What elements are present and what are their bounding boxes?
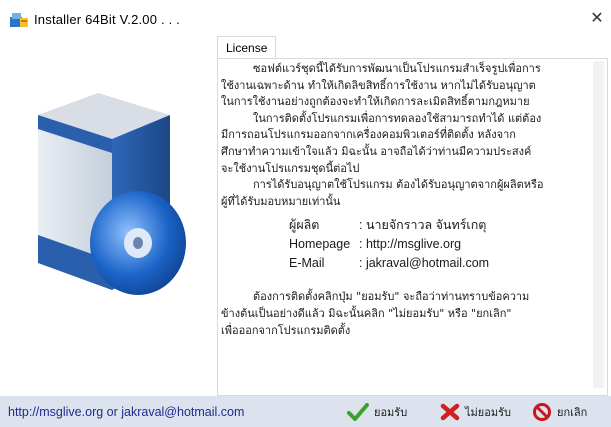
- producer-info: ผู้ผลิต : นายจักราวล จันทร์เกตุ Homepage…: [289, 216, 592, 273]
- email-row: E-Mail : jakraval@hotmail.com: [289, 254, 592, 273]
- license-line: ซอฟต์แวร์ชุดนี้ได้รับการพัฒนาเป็นโปรแกรม…: [253, 62, 541, 75]
- title-bar: Installer 64Bit V.2.00 . . . ✕: [0, 0, 611, 32]
- license-line: ผู้ที่ได้รับมอบหมายเท่านั้น: [221, 194, 341, 208]
- checkmark-icon: [347, 403, 369, 421]
- producer-row: ผู้ผลิต : นายจักราวล จันทร์เกตุ: [289, 216, 592, 235]
- accept-button[interactable]: ยอมรับ: [347, 402, 407, 422]
- license-line: ใช้งานเฉพาะด้าน ทำให้เกิดลิขสิทธิ์การใช้…: [221, 78, 536, 92]
- license-line: ในการติดตั้งโปรแกรมเพื่อการทดลองใช้สามาร…: [253, 111, 542, 125]
- license-line: ศึกษาทำความเข้าใจแล้ว มิฉะนั้น อาจถือได้…: [221, 144, 532, 158]
- decline-button[interactable]: ไม่ยอมรับ: [440, 402, 511, 422]
- producer-value: : นายจักราวล จันทร์เกตุ: [359, 218, 487, 233]
- prohibited-icon: [533, 403, 551, 421]
- license-scrollbar[interactable]: [593, 61, 604, 388]
- license-line: จะใช้งานโปรแกรมชุดนี้ต่อไป: [221, 161, 360, 175]
- license-line: ข้างต้นเป็นอย่างดีแล้ว มิฉะนั้นคลิก "ไม่…: [221, 306, 512, 320]
- close-button[interactable]: ✕: [583, 8, 611, 30]
- window-title: Installer 64Bit V.2.00 . . .: [34, 12, 181, 27]
- license-line: มีการถอนโปรแกรมออกจากเครื่องคอมพิวเตอร์ท…: [221, 128, 516, 142]
- homepage-value: : http://msglive.org: [359, 237, 462, 252]
- homepage-row: Homepage : http://msglive.org: [289, 235, 592, 254]
- installer-app-icon: [10, 13, 28, 27]
- license-line: ในการใช้งานอย่างถูกต้องจะทำให้เกิดการละเ…: [221, 95, 530, 109]
- license-line: ต้องการติดตั้งคลิกปุ่ม "ยอมรับ" จะถือว่า…: [253, 290, 530, 304]
- installer-window: Installer 64Bit V.2.00 . . . ✕ License ซ…: [0, 0, 611, 427]
- tab-license[interactable]: License: [217, 36, 277, 59]
- contact-link[interactable]: http://msglive.org or jakraval@hotmail.c…: [8, 405, 244, 419]
- red-x-icon: [440, 403, 460, 421]
- decline-label: ไม่ยอมรับ: [465, 406, 511, 419]
- software-box-disc-image: [38, 93, 186, 295]
- license-text-box[interactable]: ซอฟต์แวร์ชุดนี้ได้รับการพัฒนาเป็นโปรแกรม…: [221, 61, 592, 388]
- email-label: E-Mail: [289, 256, 325, 271]
- homepage-label: Homepage: [289, 237, 351, 252]
- cancel-button[interactable]: ยกเลิก: [532, 402, 587, 422]
- email-value: : jakraval@hotmail.com: [359, 256, 490, 271]
- producer-label: ผู้ผลิต: [289, 218, 320, 233]
- license-line: การได้รับอนุญาตใช้โปรแกรม ต้องได้รับอนุญ…: [253, 178, 544, 192]
- footer-bar: http://msglive.org or jakraval@hotmail.c…: [0, 396, 611, 427]
- license-line: เพื่อออกจากโปรแกรมติดตั้ง: [221, 323, 351, 337]
- accept-label: ยอมรับ: [374, 406, 408, 419]
- cancel-label: ยกเลิก: [557, 406, 588, 419]
